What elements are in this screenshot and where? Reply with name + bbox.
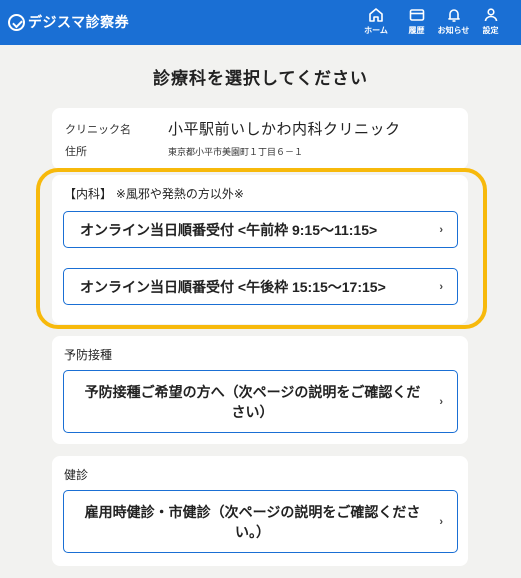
home-icon [354, 5, 398, 25]
clinic-name-label: クリニック名 [65, 122, 131, 136]
chevron-right-icon: › [439, 395, 443, 408]
clinic-address-label: 住所 [65, 145, 87, 158]
department-title: 予防接種 [64, 348, 113, 362]
reception-afternoon-button[interactable]: オンライン当日順番受付 <午後枠 15:15〜17:15> › [63, 268, 458, 305]
logo-text: デジスマ診察券 [28, 15, 130, 31]
nav-history-label: 履歴 [408, 26, 425, 35]
nav-history[interactable]: 履歴 [398, 5, 435, 37]
clinic-address: 東京都小平市美園町１丁目６－１ [168, 147, 304, 158]
reception-morning-button[interactable]: オンライン当日順番受付 <午前枠 9:15〜11:15> › [63, 211, 458, 248]
department-title: 健診 [64, 468, 89, 482]
vaccination-label: 予防接種ご希望の方へ（次ページの説明をご確認ください） [84, 383, 421, 420]
nav-home[interactable]: ホーム [354, 5, 398, 37]
clinic-address-row: 住所 東京都小平市美園町１丁目６－１ [65, 143, 303, 159]
checkup-button[interactable]: 雇用時健診・市健診（次ページの説明をご確認ください。） › [63, 490, 458, 553]
user-icon [472, 5, 509, 25]
bell-icon [435, 5, 472, 25]
clinic-name-row: クリニック名 小平駅前いしかわ内科クリニック [65, 118, 401, 139]
nav-settings[interactable]: 設定 [472, 5, 509, 37]
nav-settings-label: 設定 [482, 26, 499, 35]
checkmark-circle-icon [8, 13, 25, 31]
reception-afternoon-label: オンライン当日順番受付 <午後枠 15:15〜17:15> [80, 278, 386, 295]
vaccination-button[interactable]: 予防接種ご希望の方へ（次ページの説明をご確認ください） › [63, 370, 458, 433]
chevron-right-icon: › [439, 223, 443, 236]
checkup-label: 雇用時健診・市健診（次ページの説明をご確認ください。） [84, 503, 421, 540]
reception-morning-label: オンライン当日順番受付 <午前枠 9:15〜11:15> [80, 221, 378, 238]
chevron-right-icon: › [439, 280, 443, 293]
department-title: 【内科】 ※風邪や発熱の方以外※ [64, 187, 244, 201]
nav-notifications[interactable]: お知らせ [435, 5, 472, 37]
nav-home-label: ホーム [364, 26, 388, 35]
department-card-vaccination: 予防接種 予防接種ご希望の方へ（次ページの説明をご確認ください） › [52, 336, 468, 444]
app-header: デジスマ診察券 ホーム 履歴 お知らせ 設定 [0, 0, 521, 45]
chevron-right-icon: › [439, 515, 443, 528]
header-nav: ホーム 履歴 お知らせ 設定 [354, 5, 509, 37]
app-logo[interactable]: デジスマ診察券 [8, 11, 129, 33]
clinic-name: 小平駅前いしかわ内科クリニック [168, 120, 401, 138]
clinic-info-card: クリニック名 小平駅前いしかわ内科クリニック 住所 東京都小平市美園町１丁目６－… [52, 108, 468, 169]
page-title: 診療科を選択してください [153, 69, 368, 89]
history-card-icon [398, 5, 435, 25]
department-card-checkup: 健診 雇用時健診・市健診（次ページの説明をご確認ください。） › [52, 456, 468, 566]
department-card-internal: 【内科】 ※風邪や発熱の方以外※ オンライン当日順番受付 <午前枠 9:15〜1… [52, 175, 468, 324]
nav-notifications-label: お知らせ [437, 26, 470, 35]
